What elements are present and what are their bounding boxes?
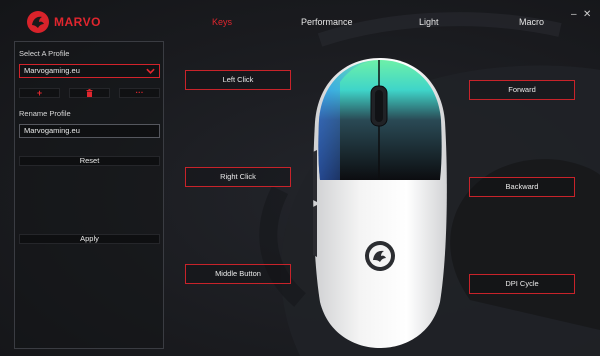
trash-icon xyxy=(86,89,93,97)
app-logo: MARVO xyxy=(27,11,101,33)
select-profile-label: Select A Profile xyxy=(19,49,70,58)
tab-light[interactable]: Light xyxy=(419,17,439,27)
profile-select[interactable]: Marvogaming.eu xyxy=(19,64,160,78)
mouse-image xyxy=(313,58,447,348)
profile-select-value: Marvogaming.eu xyxy=(24,66,80,75)
apply-button[interactable]: Apply xyxy=(19,234,160,244)
minimize-button[interactable]: – xyxy=(571,9,577,20)
tab-performance[interactable]: Performance xyxy=(301,17,353,27)
marvo-logo-icon xyxy=(27,11,49,33)
more-icon: ··· xyxy=(135,88,144,97)
logo-text: MARVO xyxy=(54,15,101,29)
chevron-down-icon xyxy=(146,68,155,74)
dpi-cycle-button[interactable]: DPI Cycle xyxy=(469,274,575,294)
more-options-button[interactable]: ··· xyxy=(119,88,160,98)
close-button[interactable]: ✕ xyxy=(583,9,591,20)
rename-profile-label: Rename Profile xyxy=(19,109,71,118)
plus-icon: + xyxy=(36,88,43,98)
add-profile-button[interactable]: + xyxy=(19,88,60,98)
forward-button[interactable]: Forward xyxy=(469,80,575,100)
profile-panel: Select A Profile Marvogaming.eu + ··· Re… xyxy=(14,41,164,349)
reset-button[interactable]: Reset xyxy=(19,156,160,166)
right-click-button[interactable]: Right Click xyxy=(185,167,291,187)
tab-keys[interactable]: Keys xyxy=(212,17,232,27)
middle-button-button[interactable]: Middle Button xyxy=(185,264,291,284)
left-click-button[interactable]: Left Click xyxy=(185,70,291,90)
rename-profile-input[interactable]: Marvogaming.eu xyxy=(19,124,160,138)
delete-profile-button[interactable] xyxy=(69,88,110,98)
backward-button[interactable]: Backward xyxy=(469,177,575,197)
tab-macro[interactable]: Macro xyxy=(519,17,544,27)
app-window: MARVO Keys Performance Light Macro – ✕ S… xyxy=(0,0,600,356)
